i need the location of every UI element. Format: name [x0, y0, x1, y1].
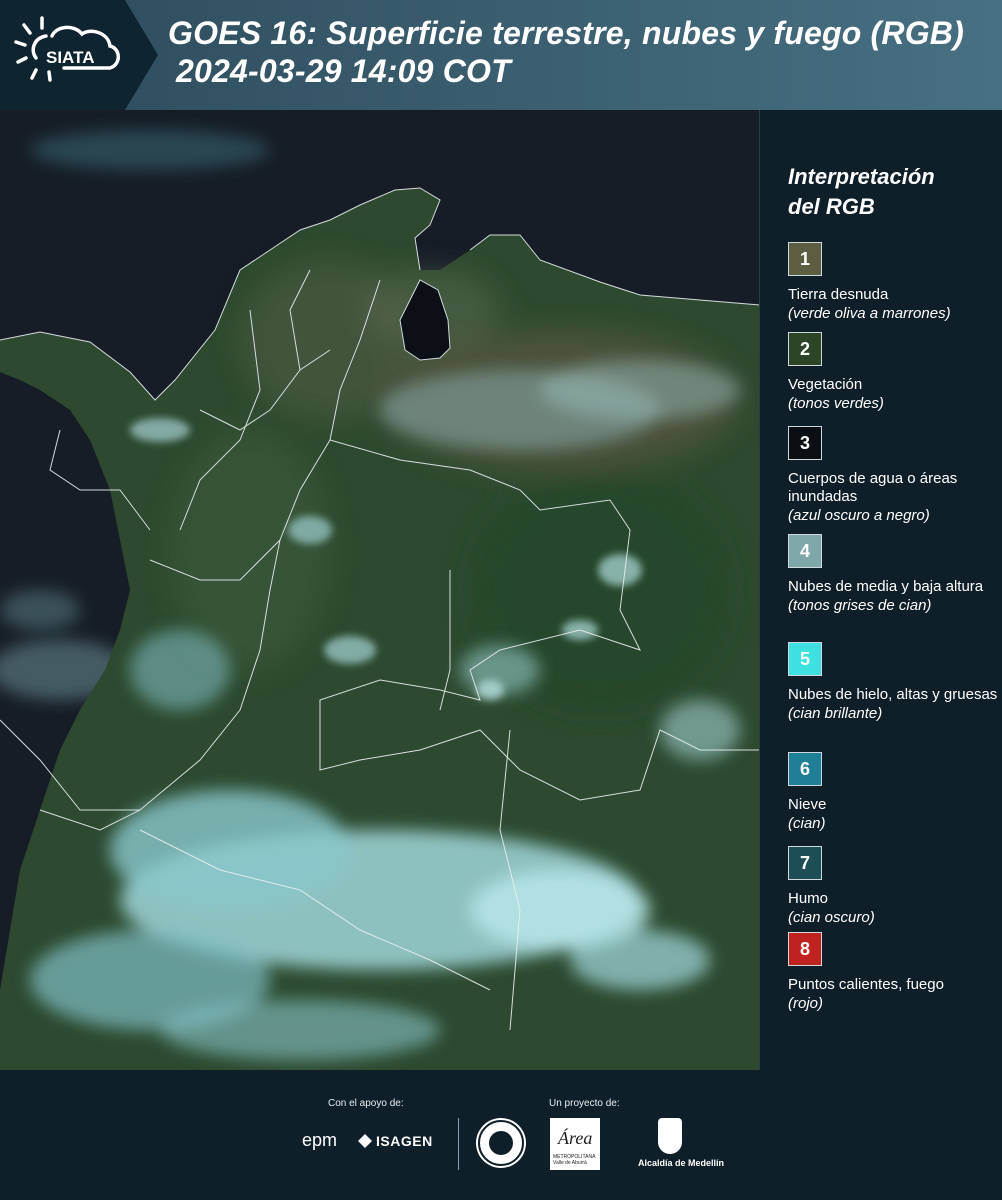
shield-icon [658, 1118, 682, 1154]
legend-item-name: Vegetación [788, 376, 863, 393]
legend-item: 4 Nubes de media y baja altura (tonos gris… [788, 534, 998, 616]
area-logo-text: Área [558, 1128, 593, 1148]
epm-logo: epm [302, 1130, 338, 1150]
legend-item-description: (rojo) [788, 995, 824, 1012]
area-metropolitana-logo: Área METROPOLITANA Valle de Aburrá [550, 1118, 600, 1170]
legend-item-description: (cian) [788, 815, 826, 832]
isagen-text: ISAGEN [376, 1133, 433, 1149]
legend-item-description: (cian oscuro) [788, 909, 875, 926]
legend-item-description: (tonos verdes) [788, 395, 884, 412]
legend-title: Interpretación del RGB [788, 162, 988, 222]
legend-item: 1 Tierra desnuda (verde oliva a marrones) [788, 242, 998, 324]
legend-item-description: (tonos grises de cian) [788, 597, 932, 614]
satellite-map-svg [0, 110, 759, 1070]
legend-item: 2 Vegetación (tonos verdes) [788, 332, 998, 414]
legend-item: 8 Puntos calientes, fuego (rojo) [788, 932, 998, 1014]
seal-icon [478, 1120, 524, 1166]
alcaldia-text: Alcaldía de Medellín [638, 1158, 725, 1168]
siata-logo-icon: SIATA [14, 16, 120, 82]
legend-item-description: (azul oscuro a negro) [788, 507, 930, 524]
legend-item: 3 Cuerpos de agua o áreas inundadas (azul … [788, 426, 998, 526]
title-timestamp: 2024-03-29 14:09 COT [176, 53, 511, 89]
university-seal-logo [476, 1118, 526, 1168]
header-bar: SIATA GOES 16: Superficie terrestre, nub… [0, 0, 1002, 110]
legend-swatch: 1 [788, 242, 822, 276]
legend-swatch: 4 [788, 534, 822, 568]
legend-item: 7 Humo (cian oscuro) [788, 846, 998, 928]
footer: Con el apoyo de: Un proyecto de: epm ISA… [0, 1070, 1002, 1200]
legend-item-name: Tierra desnuda [788, 286, 889, 303]
rgb-legend: Interpretación del RGB 1 Tierra desnuda (v… [760, 110, 1002, 1070]
legend-item-name: Nubes de hielo, altas y gruesas [788, 686, 998, 703]
legend-title-line-1: Interpretación [788, 164, 935, 189]
title-line-1: GOES 16: Superficie terrestre, nubes y f… [168, 15, 964, 51]
legend-item-name: Nubes de media y baja altura [788, 578, 984, 595]
legend-item-name: Nieve [788, 796, 827, 813]
satellite-image [0, 110, 760, 1070]
legend-item-description: (verde oliva a marrones) [788, 305, 951, 322]
legend-item-name: Humo [788, 890, 829, 907]
page-title: GOES 16: Superficie terrestre, nubes y f… [168, 14, 964, 90]
legend-swatch: 2 [788, 332, 822, 366]
siata-logo-text: SIATA [46, 48, 94, 67]
legend-item-description: (cian brillante) [788, 705, 883, 722]
isagen-logo: ISAGEN [358, 1133, 433, 1149]
footer-divider [458, 1118, 459, 1170]
legend-swatch: 8 [788, 932, 822, 966]
support-label: Con el apoyo de: [328, 1098, 404, 1109]
alcaldia-medellin-logo: Alcaldía de Medellín [638, 1118, 725, 1168]
legend-swatch: 7 [788, 846, 822, 880]
project-label: Un proyecto de: [549, 1098, 620, 1109]
area-logo-subtext: METROPOLITANA Valle de Aburrá [553, 1154, 596, 1166]
legend-item: 5 Nubes de hielo, altas y gruesas (cian br… [788, 642, 998, 724]
legend-item-name: Cuerpos de agua o áreas inundadas [788, 470, 958, 505]
legend-item: 6 Nieve (cian) [788, 752, 998, 834]
legend-item-name: Puntos calientes, fuego [788, 976, 944, 993]
siata-logo-block: SIATA [0, 0, 158, 110]
legend-title-line-2: del RGB [788, 194, 875, 219]
legend-swatch: 6 [788, 752, 822, 786]
legend-swatch: 5 [788, 642, 822, 676]
isagen-icon [358, 1134, 372, 1148]
legend-swatch: 3 [788, 426, 822, 460]
